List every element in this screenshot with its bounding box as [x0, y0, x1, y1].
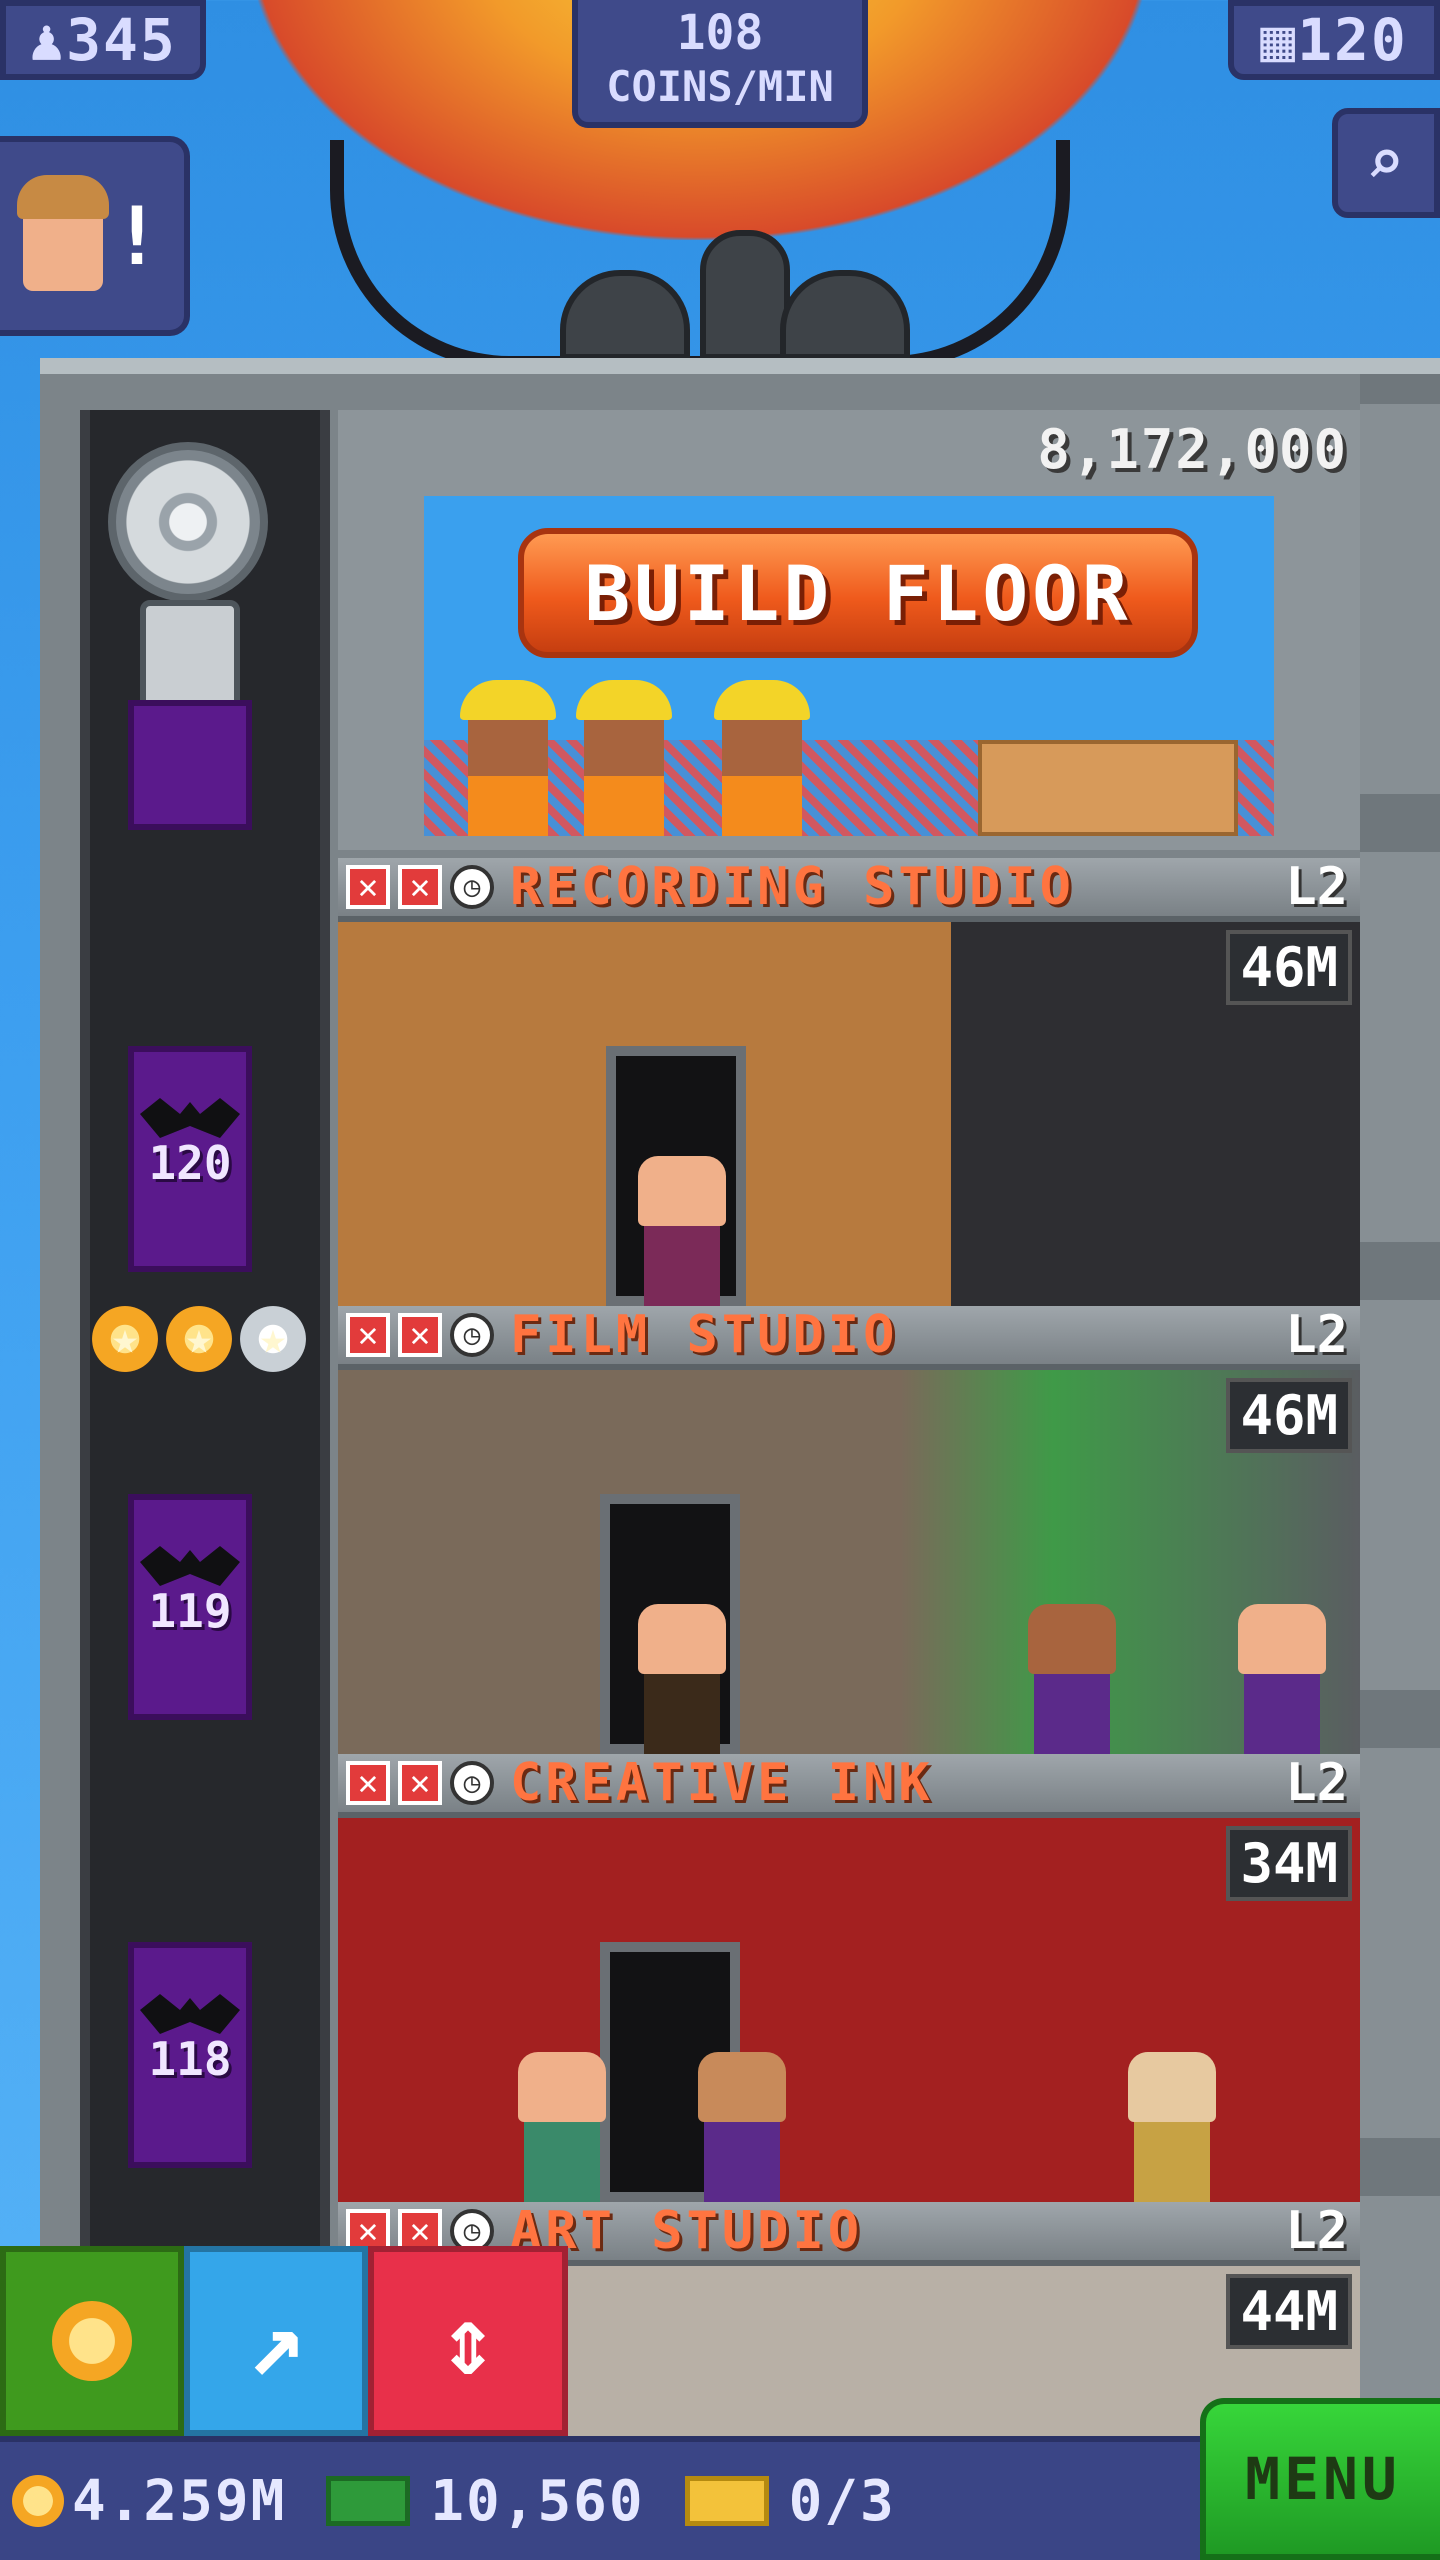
build-floor-price: 8,172,000	[1037, 418, 1348, 481]
bux-icon	[326, 2476, 411, 2526]
floor-room	[338, 922, 1360, 1306]
coin-icon	[12, 2475, 64, 2527]
floor-film-studio[interactable]: ✕ ✕ ◷ FILM STUDIO L2 46M	[338, 1305, 1360, 1754]
bitizen[interactable]	[1128, 2052, 1216, 2202]
floor-room	[338, 1818, 1360, 2202]
bitizen[interactable]	[638, 1604, 726, 1754]
bitizen-alert-button[interactable]: !	[0, 136, 190, 336]
floor-name: FILM STUDIO	[510, 1305, 899, 1365]
action-bar: ↗ ⇕	[0, 2246, 580, 2436]
magnifier-icon: ⌕	[1365, 126, 1407, 200]
elevator-floor-number: 120	[148, 1136, 232, 1190]
person-icon: ♟	[29, 6, 67, 74]
balloon-burner	[700, 230, 790, 360]
collect-coins-button[interactable]	[0, 2246, 184, 2436]
build-floor-area: 8,172,000 BUILD FLOOR	[338, 410, 1360, 850]
floors-badge[interactable]: ▦ 120	[1228, 0, 1440, 80]
floor-value: 34M	[1226, 1826, 1352, 1901]
elevator-floor-number: 118	[148, 2032, 232, 2086]
avatar	[16, 175, 109, 291]
floor-level: L2	[1285, 857, 1348, 917]
floor-recording-studio[interactable]: ✕ ✕ ◷ RECORDING STUDIO L2 46M	[338, 857, 1360, 1306]
floor-level: L2	[1285, 1305, 1348, 1365]
coins-per-min-value: 108	[676, 5, 764, 61]
elevator-floor-number: 119	[148, 1584, 232, 1638]
empty-slot-icon: ✕	[398, 865, 442, 909]
arrow-icon: ↗	[247, 2285, 305, 2397]
floor-value: 46M	[1226, 930, 1352, 1005]
floors-count: 120	[1297, 6, 1408, 74]
floor-room	[338, 1370, 1360, 1754]
construction-worker	[714, 680, 810, 836]
construction-worker	[460, 680, 556, 836]
bitizen[interactable]	[698, 2052, 786, 2202]
floor-value: 44M	[1226, 2274, 1352, 2349]
elevator-button[interactable]: ⇕	[368, 2246, 568, 2436]
floor-star-rating: ★ ★ ★	[92, 1306, 306, 1372]
empty-slot-icon: ✕	[346, 1313, 390, 1357]
crate	[978, 740, 1238, 836]
floor-level: L2	[1285, 2201, 1348, 2261]
population-badge[interactable]: ♟ 345	[0, 0, 206, 80]
tickets-value: 0/3	[788, 2468, 896, 2534]
coins-value: 4.259M	[72, 2468, 287, 2534]
star-filled-icon: ★	[92, 1306, 158, 1372]
floor-header: ✕ ✕ ◷ RECORDING STUDIO L2	[338, 857, 1360, 922]
floor-header: ✕ ✕ ◷ FILM STUDIO L2	[338, 1305, 1360, 1370]
clock-icon: ◷	[450, 865, 494, 909]
bitizen[interactable]	[638, 1156, 726, 1306]
construction-worker	[576, 680, 672, 836]
empty-slot-icon: ✕	[346, 865, 390, 909]
tickets-balance[interactable]: 0/3	[684, 2468, 896, 2534]
elevator-car[interactable]	[128, 700, 252, 830]
empty-slot-icon: ✕	[398, 1761, 442, 1805]
coins-icon	[52, 2301, 132, 2381]
clock-icon: ◷	[450, 1313, 494, 1357]
clock-icon: ◷	[450, 1761, 494, 1805]
floor-name: RECORDING STUDIO	[510, 857, 1075, 917]
search-button[interactable]: ⌕	[1332, 108, 1440, 218]
floor-level: L2	[1285, 1753, 1348, 1813]
bitizen[interactable]	[1028, 1604, 1116, 1754]
star-filled-icon: ★	[166, 1306, 232, 1372]
population-count: 345	[66, 6, 177, 74]
coins-per-min-label: COINS/MIN	[606, 62, 834, 111]
coins-per-minute: 108 COINS/MIN	[572, 0, 868, 128]
star-empty-icon: ★	[240, 1306, 306, 1372]
floor-header: ✕ ✕ ◷ CREATIVE INK L2	[338, 1753, 1360, 1818]
film-reel-icon	[108, 442, 268, 602]
building-icon: ▦	[1260, 6, 1298, 74]
bux-value: 10,560	[430, 2468, 645, 2534]
bitizen-arrow-button[interactable]: ↗	[184, 2246, 368, 2436]
camera-icon	[140, 600, 240, 710]
bux-balance[interactable]: 10,560	[326, 2469, 644, 2534]
empty-slot-icon: ✕	[398, 1313, 442, 1357]
bitizen[interactable]	[1238, 1604, 1326, 1754]
bitizen[interactable]	[518, 2052, 606, 2202]
exclamation-icon: !	[112, 189, 162, 283]
tower-side-windows	[1360, 374, 1440, 2454]
menu-button[interactable]: MENU	[1200, 2398, 1440, 2560]
build-floor-button[interactable]: BUILD FLOOR	[518, 528, 1198, 658]
empty-slot-icon: ✕	[346, 1761, 390, 1805]
floor-creative-ink[interactable]: ✕ ✕ ◷ CREATIVE INK L2 34M	[338, 1753, 1360, 2202]
floor-value: 46M	[1226, 1378, 1352, 1453]
coins-balance[interactable]: 4.259M	[12, 2469, 286, 2534]
up-down-icon: ⇕	[439, 2285, 497, 2397]
ticket-icon	[684, 2476, 769, 2526]
floor-name: CREATIVE INK	[510, 1753, 934, 1813]
